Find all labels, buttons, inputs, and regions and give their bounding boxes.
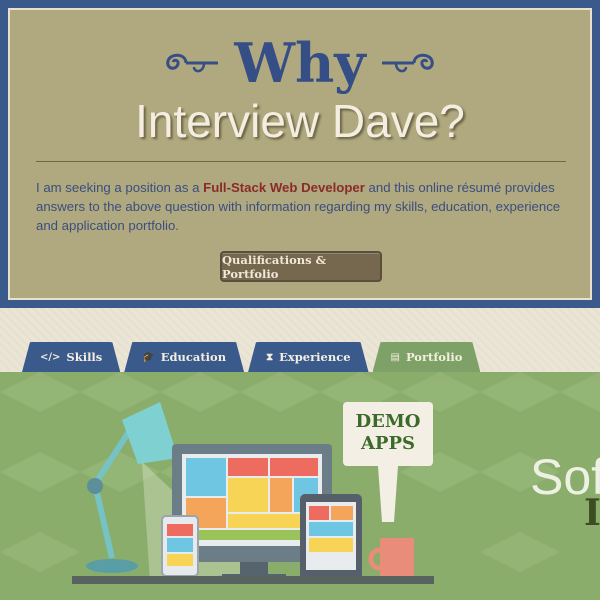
tab-portfolio[interactable]: ▤ Portfolio <box>373 342 481 372</box>
divider <box>36 161 566 162</box>
tab-label: Skills <box>66 350 103 364</box>
tab-label: Education <box>160 350 227 364</box>
hero-illustration <box>0 372 600 584</box>
intro-before: I am seeking a position as a <box>36 180 204 195</box>
tab-label: Portfolio <box>405 350 463 364</box>
tab-label: Experience <box>279 350 351 364</box>
header-frame: Why Interview Dave? I am seeking a posit… <box>0 0 600 308</box>
qualifications-portfolio-button[interactable]: Qualifications & Portfolio <box>220 251 382 282</box>
tab-education[interactable]: 🎓 Education <box>124 342 244 372</box>
book-icon: ▤ <box>390 351 400 363</box>
demo-line-1: DEMO <box>355 411 421 432</box>
title-row: Why <box>10 36 590 90</box>
flourish-left-icon <box>166 53 219 73</box>
intro-text: I am seeking a position as a Full-Stack … <box>36 178 576 235</box>
header-panel: Why Interview Dave? I am seeking a posit… <box>8 8 592 300</box>
code-icon: </> <box>40 351 61 363</box>
tab-skills[interactable]: </> Skills <box>22 342 120 372</box>
tab-experience[interactable]: ⧗ Experience <box>248 342 368 372</box>
page-title-why: Why <box>234 31 366 95</box>
demo-line-2: APPS <box>360 433 416 454</box>
page-subtitle: Interview Dave? <box>135 95 465 147</box>
section-tabs: </> Skills 🎓 Education ⧗ Experience ▤ Po… <box>22 342 484 372</box>
flourish-right-icon <box>381 53 434 73</box>
demo-apps-badge: DEMO APPS <box>343 402 433 466</box>
graduation-cap-icon: 🎓 <box>142 351 155 363</box>
portfolio-hero <box>0 372 600 600</box>
hourglass-icon: ⧗ <box>266 351 274 363</box>
hero-heading-2: I <box>584 492 600 534</box>
intro-highlight: Full-Stack Web Developer <box>203 180 365 195</box>
